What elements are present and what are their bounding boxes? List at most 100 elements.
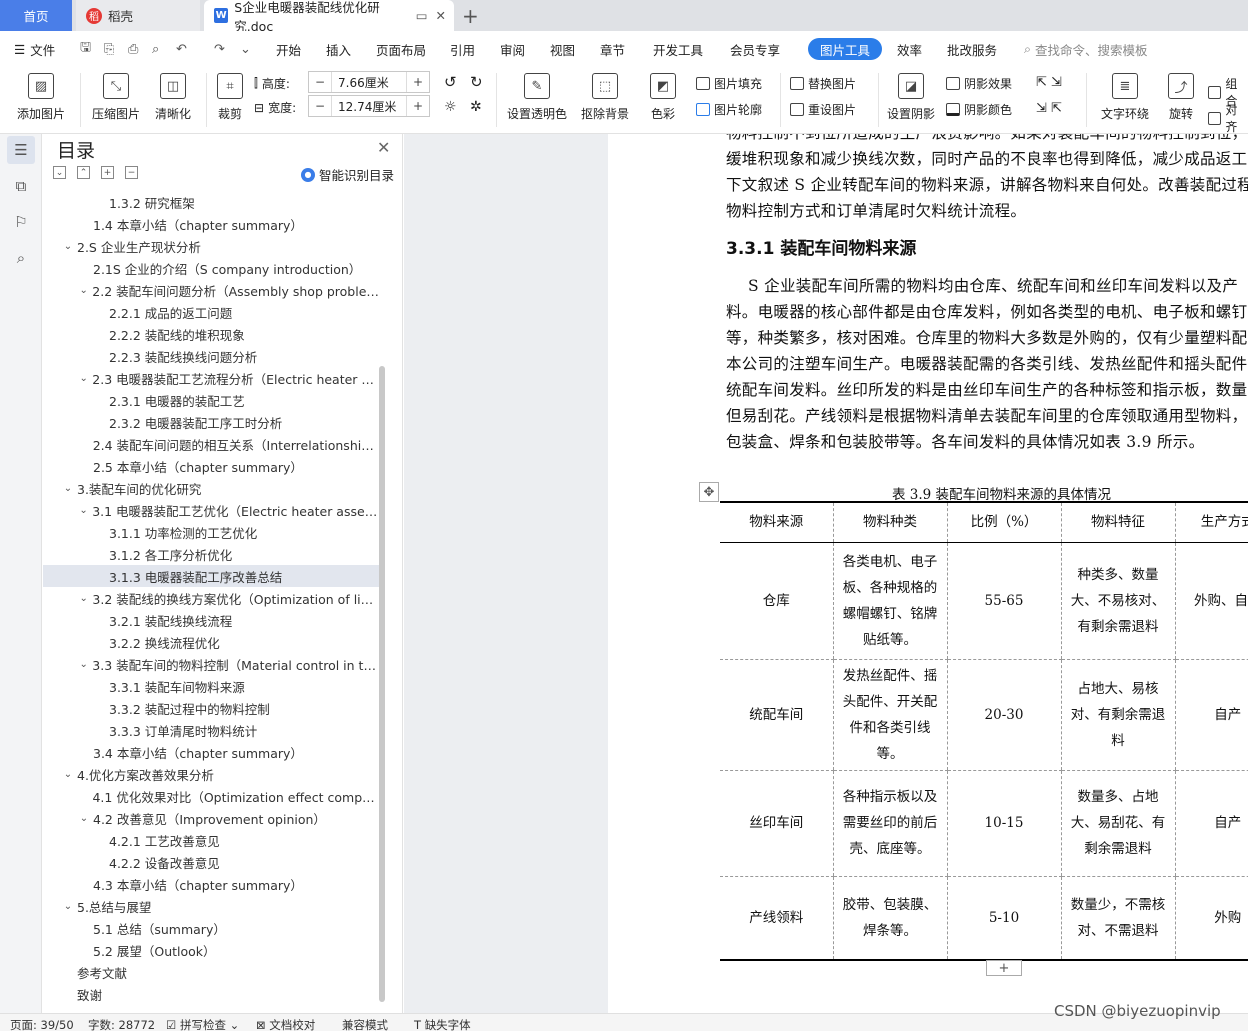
- collapse-all-icon[interactable]: ⌄: [53, 166, 66, 179]
- minus-icon[interactable]: −: [309, 75, 331, 89]
- chevron-down-icon[interactable]: ⌄: [77, 373, 90, 384]
- contrast-icon[interactable]: ✲: [470, 99, 482, 115]
- shadow-nudge-down-icon[interactable]: ⇲ ⇱: [1036, 101, 1062, 116]
- remove-background-button[interactable]: ⬚ 抠除背景: [576, 67, 634, 122]
- toc-item[interactable]: 5.2 展望（Outlook）: [43, 939, 379, 961]
- shadow-color-button[interactable]: 阴影颜色: [946, 101, 1012, 118]
- color-button[interactable]: ◩ 色彩: [644, 67, 682, 122]
- menu-item-4[interactable]: 审阅: [500, 31, 525, 67]
- toc-item[interactable]: 1.4 本章小结（chapter summary）: [43, 213, 379, 235]
- toc-item[interactable]: 1.3.2 研究框架: [43, 191, 379, 213]
- brightness-icon[interactable]: ☼: [444, 99, 457, 115]
- command-search[interactable]: ⌕ 查找命令、搜索模板: [1024, 31, 1148, 67]
- width-stepper[interactable]: − 12.74厘米 +: [308, 95, 430, 117]
- compress-picture-button[interactable]: ⤡ 压缩图片: [90, 67, 142, 122]
- shadow-effect-button[interactable]: 阴影效果: [946, 75, 1012, 92]
- menu-item-2[interactable]: 页面布局: [376, 31, 426, 67]
- chevron-down-icon[interactable]: ⌄: [61, 901, 75, 912]
- toc-item[interactable]: ⌄ 3.2 装配线的换线方案优化（Optimization of line ...: [43, 587, 380, 609]
- menu-item-11[interactable]: 批改服务: [947, 31, 997, 67]
- close-icon[interactable]: ✕: [377, 138, 390, 157]
- expand-up-icon[interactable]: ⌃: [77, 166, 90, 179]
- toc-item[interactable]: ⌄ 3.3 装配车间的物料控制（Material control in the .…: [43, 653, 379, 675]
- toc-item[interactable]: 3.1.2 各工序分析优化: [43, 543, 379, 565]
- toc-item[interactable]: ⌄ 3.1 电暖器装配工艺优化（Electric heater assemb...: [43, 499, 379, 521]
- menu-item-3[interactable]: 引用: [450, 31, 475, 67]
- toc-item[interactable]: 2.1S 企业的介绍（S company introduction）: [43, 257, 379, 279]
- menu-item-0[interactable]: 开始: [276, 31, 301, 67]
- plus-icon[interactable]: +: [407, 75, 429, 89]
- remove-heading-icon[interactable]: −: [125, 166, 138, 179]
- shadow-nudge-up-icon[interactable]: ⇱ ⇲: [1036, 75, 1062, 90]
- tab-daoke[interactable]: 稻 稻壳: [76, 0, 200, 31]
- toc-item[interactable]: ⌄ 4.优化方案改善效果分析: [43, 763, 379, 785]
- menu-item-10[interactable]: 效率: [897, 31, 922, 67]
- chevron-down-icon[interactable]: ⌄: [61, 483, 75, 494]
- toc-item[interactable]: 4.1 优化效果对比（Optimization effect compari..…: [43, 785, 379, 807]
- set-transparent-button[interactable]: ✎ 设置透明色: [506, 67, 568, 122]
- menu-item-1[interactable]: 插入: [326, 31, 351, 67]
- bookmark-icon[interactable]: ⚐: [11, 212, 31, 232]
- toc-item[interactable]: ⌄ 4.2 改善意见（Improvement opinion）: [43, 807, 379, 829]
- tab-document[interactable]: W S企业电暖器装配线优化研究.doc ▭ ✕: [204, 0, 454, 34]
- toc-item[interactable]: 3.1.3 电暖器装配工序改善总结: [43, 565, 379, 587]
- toc-item[interactable]: 2.4 装配车间问题的相互关系（Interrelationship ...: [43, 433, 379, 455]
- toc-item[interactable]: 4.2.2 设备改善意见: [43, 851, 379, 873]
- plus-icon[interactable]: +: [407, 99, 429, 113]
- toc-item[interactable]: 2.3.1 电暖器的装配工艺: [43, 389, 379, 411]
- add-tab-button[interactable]: +: [462, 4, 479, 28]
- toc-item[interactable]: 2.3.2 电暖器装配工序工时分析: [43, 411, 379, 433]
- toc-item[interactable]: 4.3 本章小结（chapter summary）: [43, 873, 379, 895]
- toc-panel-icon[interactable]: ☰: [7, 136, 35, 164]
- toc-item[interactable]: 2.5 本章小结（chapter summary）: [43, 455, 379, 477]
- toc-item[interactable]: 致谢: [43, 983, 379, 1005]
- toc-item[interactable]: 3.3.2 装配过程中的物料控制: [43, 697, 379, 719]
- save-icon[interactable]: 🖫: [80, 31, 91, 67]
- sharpen-button[interactable]: ◫ 清晰化: [148, 67, 198, 122]
- toc-item[interactable]: 5.1 总结（summary）: [43, 917, 379, 939]
- menu-item-6[interactable]: 章节: [600, 31, 625, 67]
- rotate-left-icon[interactable]: ↺: [444, 73, 457, 91]
- chevron-down-icon[interactable]: ⌄: [77, 593, 90, 604]
- toc-item[interactable]: 2.2.3 装配线换线问题分析: [43, 345, 379, 367]
- toc-item[interactable]: 参考文献: [43, 961, 379, 983]
- toc-item[interactable]: ⌄ 5.总结与展望: [43, 895, 379, 917]
- ai-toc-button[interactable]: ● 智能识别目录: [301, 165, 394, 184]
- set-shadow-button[interactable]: ◪ 设置阴影: [886, 67, 936, 122]
- chevron-down-icon[interactable]: ⌄: [77, 285, 90, 296]
- file-menu[interactable]: ☰ 文件: [14, 31, 55, 67]
- replace-picture-button[interactable]: 替换图片: [790, 75, 856, 92]
- text-wrap-button[interactable]: ≣ 文字环绕: [1094, 67, 1156, 122]
- rotate-right-icon[interactable]: ↻: [470, 73, 483, 91]
- document-page[interactable]: 物料控制不到位所造成的生产浪费影响。如果对装配车间的物料控制到位，就 缓堆积现象…: [608, 134, 1248, 1013]
- toc-item[interactable]: 4.2.1 工艺改善意见: [43, 829, 379, 851]
- toc-item[interactable]: ⌄ 3.装配车间的优化研究: [43, 477, 379, 499]
- toc-item[interactable]: 3.1.1 功率检测的工艺优化: [43, 521, 379, 543]
- minus-icon[interactable]: −: [309, 99, 331, 113]
- toc-item[interactable]: 3.4 本章小结（chapter summary）: [43, 741, 379, 763]
- align-button[interactable]: 对齐: [1208, 101, 1248, 135]
- toc-item[interactable]: 2.2.1 成品的返工问题: [43, 301, 379, 323]
- menu-item-7[interactable]: 开发工具: [653, 31, 703, 67]
- chevron-down-icon[interactable]: ⌄: [77, 813, 91, 824]
- chevron-down-icon[interactable]: ⌄: [77, 505, 90, 516]
- toc-scrollbar[interactable]: [379, 366, 385, 1002]
- redo-icon[interactable]: ↷: [214, 31, 225, 67]
- add-picture-button[interactable]: ▨ 添加图片: [12, 67, 70, 122]
- toc-item[interactable]: ⌄ 2.2 装配车间问题分析（Assembly shop problem ...: [43, 279, 379, 301]
- toc-item[interactable]: 3.3.3 订单清尾时物料统计: [43, 719, 379, 741]
- toc-item[interactable]: 3.3.1 装配车间物料来源: [43, 675, 379, 697]
- toc-item[interactable]: ⌄ 2.3 电暖器装配工艺流程分析（Electric heater ass...: [43, 367, 379, 389]
- rotate-button[interactable]: ⤴ 旋转: [1162, 67, 1200, 122]
- customize-icon[interactable]: ⌄: [240, 31, 251, 67]
- menu-item-8[interactable]: 会员专享: [730, 31, 780, 67]
- close-tab-icon[interactable]: ✕: [436, 8, 446, 23]
- chevron-down-icon[interactable]: ⌄: [61, 241, 75, 252]
- picture-fill-button[interactable]: 图片填充: [696, 75, 762, 92]
- window-icon[interactable]: ▭: [416, 8, 428, 23]
- print-icon[interactable]: ⎙: [128, 31, 138, 67]
- toc-item[interactable]: 2.2.2 装配线的堆积现象: [43, 323, 379, 345]
- chevron-down-icon[interactable]: ⌄: [77, 659, 90, 670]
- add-table-row-button[interactable]: +: [986, 960, 1022, 976]
- toc-item[interactable]: 3.2.2 换线流程优化: [43, 631, 379, 653]
